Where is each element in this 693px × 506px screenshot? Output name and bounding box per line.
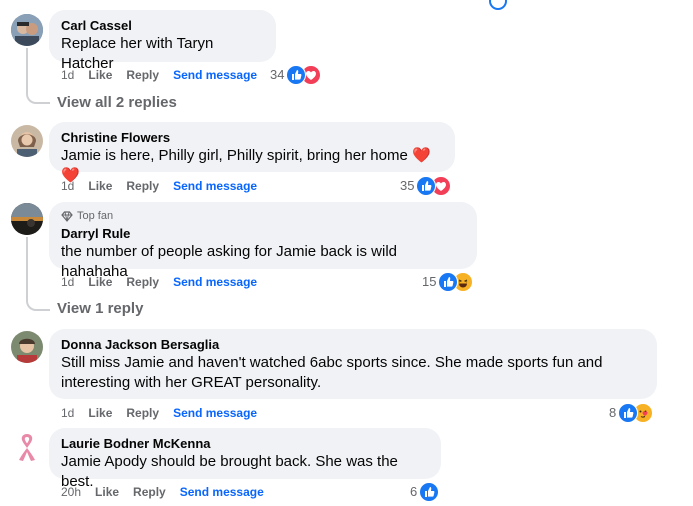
reaction-summary[interactable]: 35 bbox=[400, 176, 452, 196]
like-icon bbox=[438, 272, 459, 292]
comment-time[interactable]: 1d bbox=[61, 405, 74, 421]
send-message-button[interactable]: Send message bbox=[173, 178, 257, 194]
send-message-button[interactable]: Send message bbox=[173, 274, 257, 290]
reply-button[interactable]: Reply bbox=[133, 484, 166, 500]
avatar[interactable] bbox=[11, 331, 43, 363]
like-button[interactable]: Like bbox=[95, 484, 119, 500]
comment-author[interactable]: Christine Flowers bbox=[61, 130, 443, 146]
comment-actions: 1d Like Reply Send message bbox=[61, 274, 271, 290]
thread-connector bbox=[26, 295, 50, 311]
comment-time[interactable]: 1d bbox=[61, 274, 74, 290]
send-message-button[interactable]: Send message bbox=[173, 67, 257, 83]
comment-actions: 20h Like Reply Send message bbox=[61, 484, 278, 500]
comment-bubble: Carl Cassel Replace her with Taryn Hatch… bbox=[49, 10, 276, 72]
comment-bubble: Laurie Bodner McKenna Jamie Apody should… bbox=[49, 428, 441, 490]
like-button[interactable]: Like bbox=[88, 178, 112, 194]
like-button[interactable]: Like bbox=[88, 67, 112, 83]
comment-text: Jamie is here, Philly girl, Philly spiri… bbox=[61, 147, 408, 164]
thread-line bbox=[26, 237, 28, 297]
comment-author[interactable]: Darryl Rule bbox=[61, 226, 465, 242]
top-partial-icon bbox=[489, 0, 507, 10]
diamond-icon bbox=[61, 210, 73, 222]
view-replies-link[interactable]: View all 2 replies bbox=[57, 93, 177, 113]
reaction-summary[interactable]: 15 bbox=[422, 272, 474, 292]
reply-button[interactable]: Reply bbox=[126, 67, 159, 83]
thread-line bbox=[26, 48, 28, 90]
comment-bubble: Christine Flowers Jamie is here, Philly … bbox=[49, 122, 455, 184]
reply-button[interactable]: Reply bbox=[126, 405, 159, 421]
reaction-count: 8 bbox=[609, 405, 617, 420]
like-icon bbox=[419, 482, 440, 502]
avatar[interactable] bbox=[11, 430, 43, 462]
comment-time[interactable]: 1d bbox=[61, 67, 74, 83]
reaction-count: 35 bbox=[400, 178, 415, 193]
thread-connector bbox=[26, 88, 50, 104]
avatar[interactable] bbox=[11, 125, 43, 157]
comment-author[interactable]: Laurie Bodner McKenna bbox=[61, 436, 429, 452]
comment-time[interactable]: 20h bbox=[61, 484, 81, 500]
comment-text-line-2: interesting with her GREAT personality. bbox=[61, 374, 322, 391]
reaction-summary[interactable]: 34 bbox=[270, 65, 322, 85]
view-replies-link[interactable]: View 1 reply bbox=[57, 299, 143, 319]
like-icon bbox=[416, 176, 437, 196]
like-button[interactable]: Like bbox=[88, 274, 112, 290]
comment-author[interactable]: Carl Cassel bbox=[61, 18, 264, 34]
comment-bubble: Top fan Darryl Rule the number of people… bbox=[49, 202, 477, 280]
comment-text-line-1: Still miss Jamie and haven't watched 6ab… bbox=[61, 354, 603, 371]
comment-time[interactable]: 1d bbox=[61, 178, 74, 194]
send-message-button[interactable]: Send message bbox=[173, 405, 257, 421]
avatar[interactable] bbox=[11, 203, 43, 235]
comment-author[interactable]: Donna Jackson Bersaglia bbox=[61, 337, 645, 353]
like-icon bbox=[286, 65, 307, 85]
comment-actions: 1d Like Reply Send message bbox=[61, 405, 271, 421]
reaction-count: 6 bbox=[410, 484, 418, 499]
comment-actions: 1d Like Reply Send message bbox=[61, 67, 271, 83]
like-button[interactable]: Like bbox=[88, 405, 112, 421]
reply-button[interactable]: Reply bbox=[126, 274, 159, 290]
comment-bubble: Donna Jackson Bersaglia Still miss Jamie… bbox=[49, 329, 657, 399]
top-fan-label: Top fan bbox=[77, 210, 114, 222]
reaction-summary[interactable]: 8 bbox=[609, 403, 654, 423]
like-icon bbox=[618, 403, 639, 423]
top-fan-badge: Top fan bbox=[61, 209, 465, 223]
reaction-summary[interactable]: 6 bbox=[410, 482, 440, 502]
reaction-count: 34 bbox=[270, 67, 285, 82]
reply-button[interactable]: Reply bbox=[126, 178, 159, 194]
send-message-button[interactable]: Send message bbox=[180, 484, 264, 500]
reaction-count: 15 bbox=[422, 274, 437, 289]
comment-actions: 1d Like Reply Send message bbox=[61, 178, 271, 194]
avatar[interactable] bbox=[11, 14, 43, 46]
